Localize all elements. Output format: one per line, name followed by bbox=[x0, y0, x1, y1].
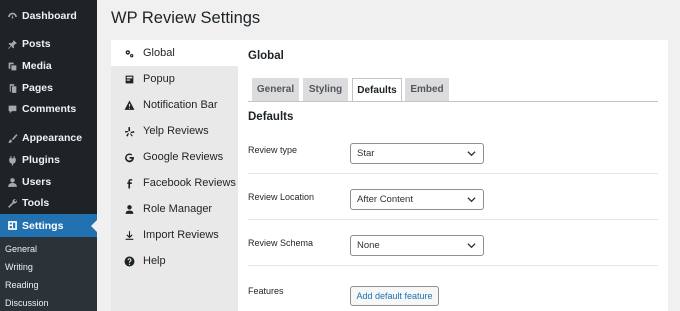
nav-label: Yelp Reviews bbox=[143, 125, 209, 137]
menu-item-pages[interactable]: Pages bbox=[0, 77, 97, 99]
tab-defaults[interactable]: Defaults bbox=[352, 78, 402, 102]
help-icon bbox=[121, 256, 137, 267]
menu-label: Tools bbox=[22, 197, 50, 209]
menu-item-appearance[interactable]: Appearance bbox=[0, 127, 97, 149]
gears-icon bbox=[121, 48, 137, 59]
review-schema-select[interactable]: None bbox=[350, 235, 484, 256]
nav-label: Role Manager bbox=[143, 203, 213, 215]
nav-label: Notification Bar bbox=[143, 99, 218, 111]
panel-heading: Global bbox=[248, 50, 284, 62]
menu-label: Settings bbox=[22, 219, 64, 232]
divider bbox=[248, 173, 658, 174]
nav-label: Facebook Reviews bbox=[143, 177, 236, 189]
user-icon bbox=[121, 204, 137, 215]
nav-item-facebook-reviews[interactable]: Facebook Reviews bbox=[111, 170, 238, 196]
section-heading: Defaults bbox=[248, 111, 294, 123]
nav-label: Import Reviews bbox=[143, 229, 219, 241]
nav-item-help[interactable]: Help bbox=[111, 248, 238, 274]
nav-label: Help bbox=[143, 255, 166, 267]
nav-item-role-manager[interactable]: Role Manager bbox=[111, 196, 238, 222]
menu-item-tools[interactable]: Tools bbox=[0, 192, 97, 214]
menu-label: Plugins bbox=[22, 154, 60, 166]
brush-icon bbox=[2, 133, 22, 144]
review-type-select[interactable]: Star bbox=[350, 143, 484, 164]
download-icon bbox=[121, 230, 137, 241]
add-default-feature-button[interactable]: Add default feature bbox=[350, 286, 439, 306]
nav-item-global[interactable]: Global bbox=[111, 40, 238, 66]
admin-sidebar: Dashboard Posts Media Pages Comments App… bbox=[0, 0, 97, 311]
menu-item-settings[interactable]: Settings bbox=[0, 214, 97, 237]
menu-item-media[interactable]: Media bbox=[0, 55, 97, 77]
menu-label: Pages bbox=[22, 82, 53, 94]
menu-label: Comments bbox=[22, 103, 77, 115]
tab-styling[interactable]: Styling bbox=[303, 78, 348, 101]
divider bbox=[248, 219, 658, 220]
review-schema-label: Review Schema bbox=[248, 238, 314, 248]
nav-item-popup[interactable]: Popup bbox=[111, 66, 238, 92]
page-title: WP Review Settings bbox=[111, 9, 261, 27]
users-icon bbox=[2, 177, 22, 188]
dashboard-icon bbox=[2, 11, 22, 22]
menu-label: Dashboard bbox=[22, 10, 77, 22]
review-location-label: Review Location bbox=[248, 192, 315, 202]
wrench-icon bbox=[2, 198, 22, 209]
google-icon bbox=[121, 152, 137, 163]
nav-item-notification-bar[interactable]: Notification Bar bbox=[111, 92, 238, 118]
select-value: Star bbox=[357, 148, 375, 159]
warning-icon bbox=[121, 100, 137, 111]
settings-submenu: General Writing Reading Discussion bbox=[0, 237, 97, 311]
media-icon bbox=[2, 61, 22, 72]
chevron-down-icon bbox=[467, 243, 476, 249]
comments-icon bbox=[2, 104, 22, 115]
tab-divider bbox=[248, 101, 658, 102]
menu-item-posts[interactable]: Posts bbox=[0, 33, 97, 55]
submenu-item-discussion[interactable]: Discussion bbox=[5, 298, 49, 308]
menu-item-users[interactable]: Users bbox=[0, 171, 97, 193]
settings-icon bbox=[2, 220, 22, 231]
chevron-down-icon bbox=[467, 197, 476, 203]
nav-item-import-reviews[interactable]: Import Reviews bbox=[111, 222, 238, 248]
popup-icon bbox=[121, 74, 137, 85]
menu-label: Appearance bbox=[22, 132, 83, 144]
menu-item-plugins[interactable]: Plugins bbox=[0, 149, 97, 171]
nav-label: Global bbox=[143, 47, 175, 59]
submenu-item-reading[interactable]: Reading bbox=[5, 280, 39, 290]
menu-label: Posts bbox=[22, 38, 51, 50]
nav-item-yelp-reviews[interactable]: Yelp Reviews bbox=[111, 118, 238, 144]
current-indicator bbox=[91, 219, 97, 232]
select-value: None bbox=[357, 240, 380, 251]
nav-item-google-reviews[interactable]: Google Reviews bbox=[111, 144, 238, 170]
submenu-item-writing[interactable]: Writing bbox=[5, 262, 33, 272]
tab-embed[interactable]: Embed bbox=[405, 78, 449, 101]
menu-label: Users bbox=[22, 176, 52, 188]
menu-label: Media bbox=[22, 60, 52, 72]
chevron-down-icon bbox=[467, 151, 476, 157]
settings-nav: Global Popup Notification Bar Yelp Revie… bbox=[111, 40, 238, 311]
facebook-icon bbox=[121, 178, 137, 189]
plugin-icon bbox=[2, 155, 22, 166]
settings-panel: Global General Styling Defaults Embed De… bbox=[238, 40, 668, 311]
tab-general[interactable]: General bbox=[252, 78, 299, 101]
menu-item-comments[interactable]: Comments bbox=[0, 98, 97, 120]
pages-icon bbox=[2, 83, 22, 94]
submenu-item-general[interactable]: General bbox=[5, 244, 37, 254]
select-value: After Content bbox=[357, 194, 413, 205]
yelp-icon bbox=[121, 126, 137, 137]
review-location-select[interactable]: After Content bbox=[350, 189, 484, 210]
nav-label: Google Reviews bbox=[143, 151, 224, 163]
review-type-label: Review type bbox=[248, 145, 298, 155]
pin-icon bbox=[2, 39, 22, 50]
divider bbox=[248, 265, 658, 266]
features-label: Features bbox=[248, 286, 284, 296]
menu-item-dashboard[interactable]: Dashboard bbox=[0, 5, 97, 27]
nav-label: Popup bbox=[143, 73, 175, 85]
